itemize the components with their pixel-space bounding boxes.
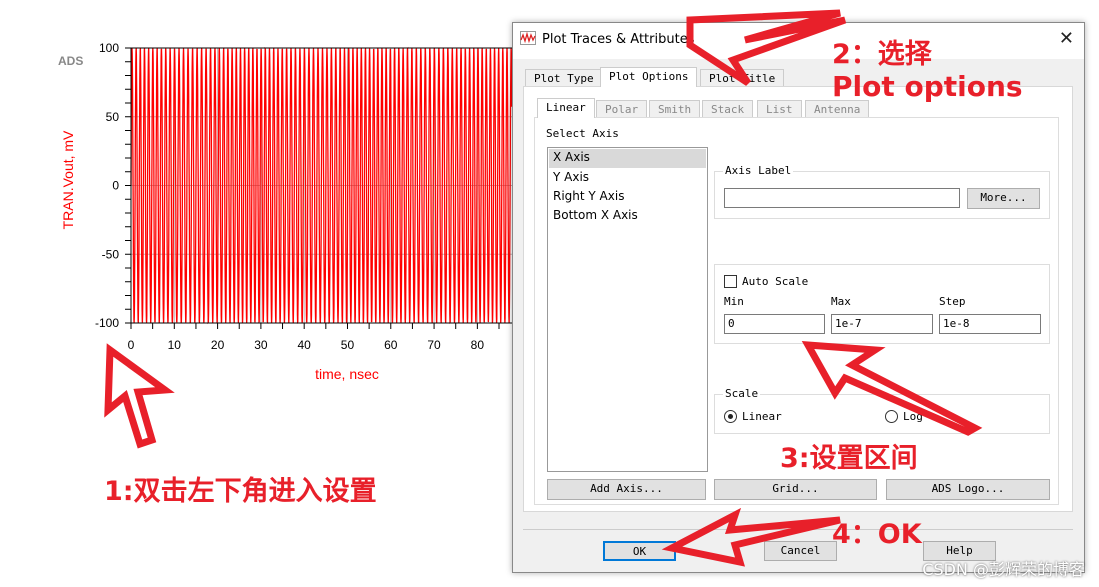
plot-app-icon	[520, 31, 536, 45]
annotation-step4: 4：OK	[832, 519, 922, 550]
log-radio[interactable]	[885, 410, 898, 423]
subtab-stack[interactable]: Stack	[702, 100, 754, 118]
tab-plot-type[interactable]: Plot Type	[525, 69, 603, 87]
axis-label-heading: Axis Label	[723, 164, 794, 177]
axis-label-group: Axis Label More...	[714, 164, 1050, 219]
axis-item-bottom-x[interactable]: Bottom X Axis	[548, 207, 707, 226]
close-icon[interactable]: ✕	[1059, 28, 1074, 49]
subtab-list[interactable]: List	[757, 100, 802, 118]
x-tick-label: 0	[128, 338, 135, 352]
divider	[523, 529, 1073, 530]
linear-radio-label: Linear	[742, 410, 782, 423]
ok-button[interactable]: OK	[603, 541, 676, 561]
x-tick-label: 80	[471, 338, 485, 352]
annotation-step2a: 2：选择	[832, 39, 932, 70]
axis-item-y[interactable]: Y Axis	[548, 169, 707, 188]
x-tick-label: 70	[427, 338, 441, 352]
auto-scale-checkbox[interactable]	[724, 275, 737, 288]
more-button[interactable]: More...	[967, 188, 1040, 209]
scale-range-group: Auto Scale Min Max Step 0 1e-7 1e-8	[714, 264, 1050, 344]
annotation-step1: 1:双击左下角进入设置	[104, 476, 377, 507]
select-axis-label: Select Axis	[546, 127, 619, 140]
subtab-smith[interactable]: Smith	[649, 100, 701, 118]
step-label: Step	[939, 295, 966, 308]
y-tick-label: 100	[99, 41, 119, 55]
log-radio-label: Log	[903, 410, 923, 423]
subtab-polar[interactable]: Polar	[596, 100, 648, 118]
y-tick-label: -50	[102, 247, 120, 261]
annotation-step2b: Plot options	[832, 70, 1023, 103]
max-label: Max	[831, 295, 851, 308]
linear-radio[interactable]	[724, 410, 737, 423]
y-tick-label: 0	[112, 179, 119, 193]
x-tick-label: 60	[384, 338, 398, 352]
waveform-plot[interactable]: ADS 100 50 0 -50 -100 0 10 20 30 40 50 60 70 80 TRAN.…	[0, 0, 512, 400]
scale-heading: Scale	[723, 387, 761, 400]
ads-watermark: ADS	[58, 54, 83, 68]
scale-group: Scale Linear Log	[714, 387, 1050, 434]
ads-logo-button[interactable]: ADS Logo...	[886, 479, 1050, 500]
csdn-watermark: CSDN @彭辉荣的博客	[922, 560, 1085, 579]
dialog-title: Plot Traces & Attributes	[542, 32, 695, 47]
cancel-button[interactable]: Cancel	[764, 541, 837, 561]
grid-button[interactable]: Grid...	[714, 479, 877, 500]
tab-plot-title[interactable]: Plot Title	[700, 69, 785, 87]
step-input[interactable]: 1e-8	[939, 314, 1041, 334]
axis-item-x[interactable]: X Axis	[549, 149, 706, 168]
y-tick-label: -100	[95, 316, 119, 330]
min-input[interactable]: 0	[724, 314, 825, 334]
axis-list[interactable]: X Axis Y Axis Right Y Axis Bottom X Axis	[547, 147, 708, 472]
x-axis-label: time, nsec	[315, 366, 379, 382]
max-input[interactable]: 1e-7	[831, 314, 933, 334]
tab-plot-options[interactable]: Plot Options	[600, 67, 698, 87]
axis-label-input[interactable]	[724, 188, 960, 208]
add-axis-button[interactable]: Add Axis...	[547, 479, 706, 500]
min-label: Min	[724, 295, 744, 308]
annotation-step3: 3:设置区间	[780, 443, 918, 474]
y-axis-label: TRAN.Vout, mV	[60, 130, 76, 229]
subtab-linear[interactable]: Linear	[537, 98, 595, 118]
x-tick-label: 30	[254, 338, 268, 352]
dialog-titlebar: Plot Traces & Attributes ✕	[513, 23, 1084, 59]
axis-item-right-y[interactable]: Right Y Axis	[548, 188, 707, 207]
x-tick-label: 40	[298, 338, 312, 352]
x-tick-label: 20	[211, 338, 225, 352]
x-tick-label: 50	[341, 338, 355, 352]
y-tick-label: 50	[106, 110, 120, 124]
auto-scale-label: Auto Scale	[742, 275, 809, 288]
x-tick-label: 10	[168, 338, 182, 352]
plot-traces-dialog: Plot Traces & Attributes ✕ Plot Type Plo…	[512, 22, 1085, 573]
